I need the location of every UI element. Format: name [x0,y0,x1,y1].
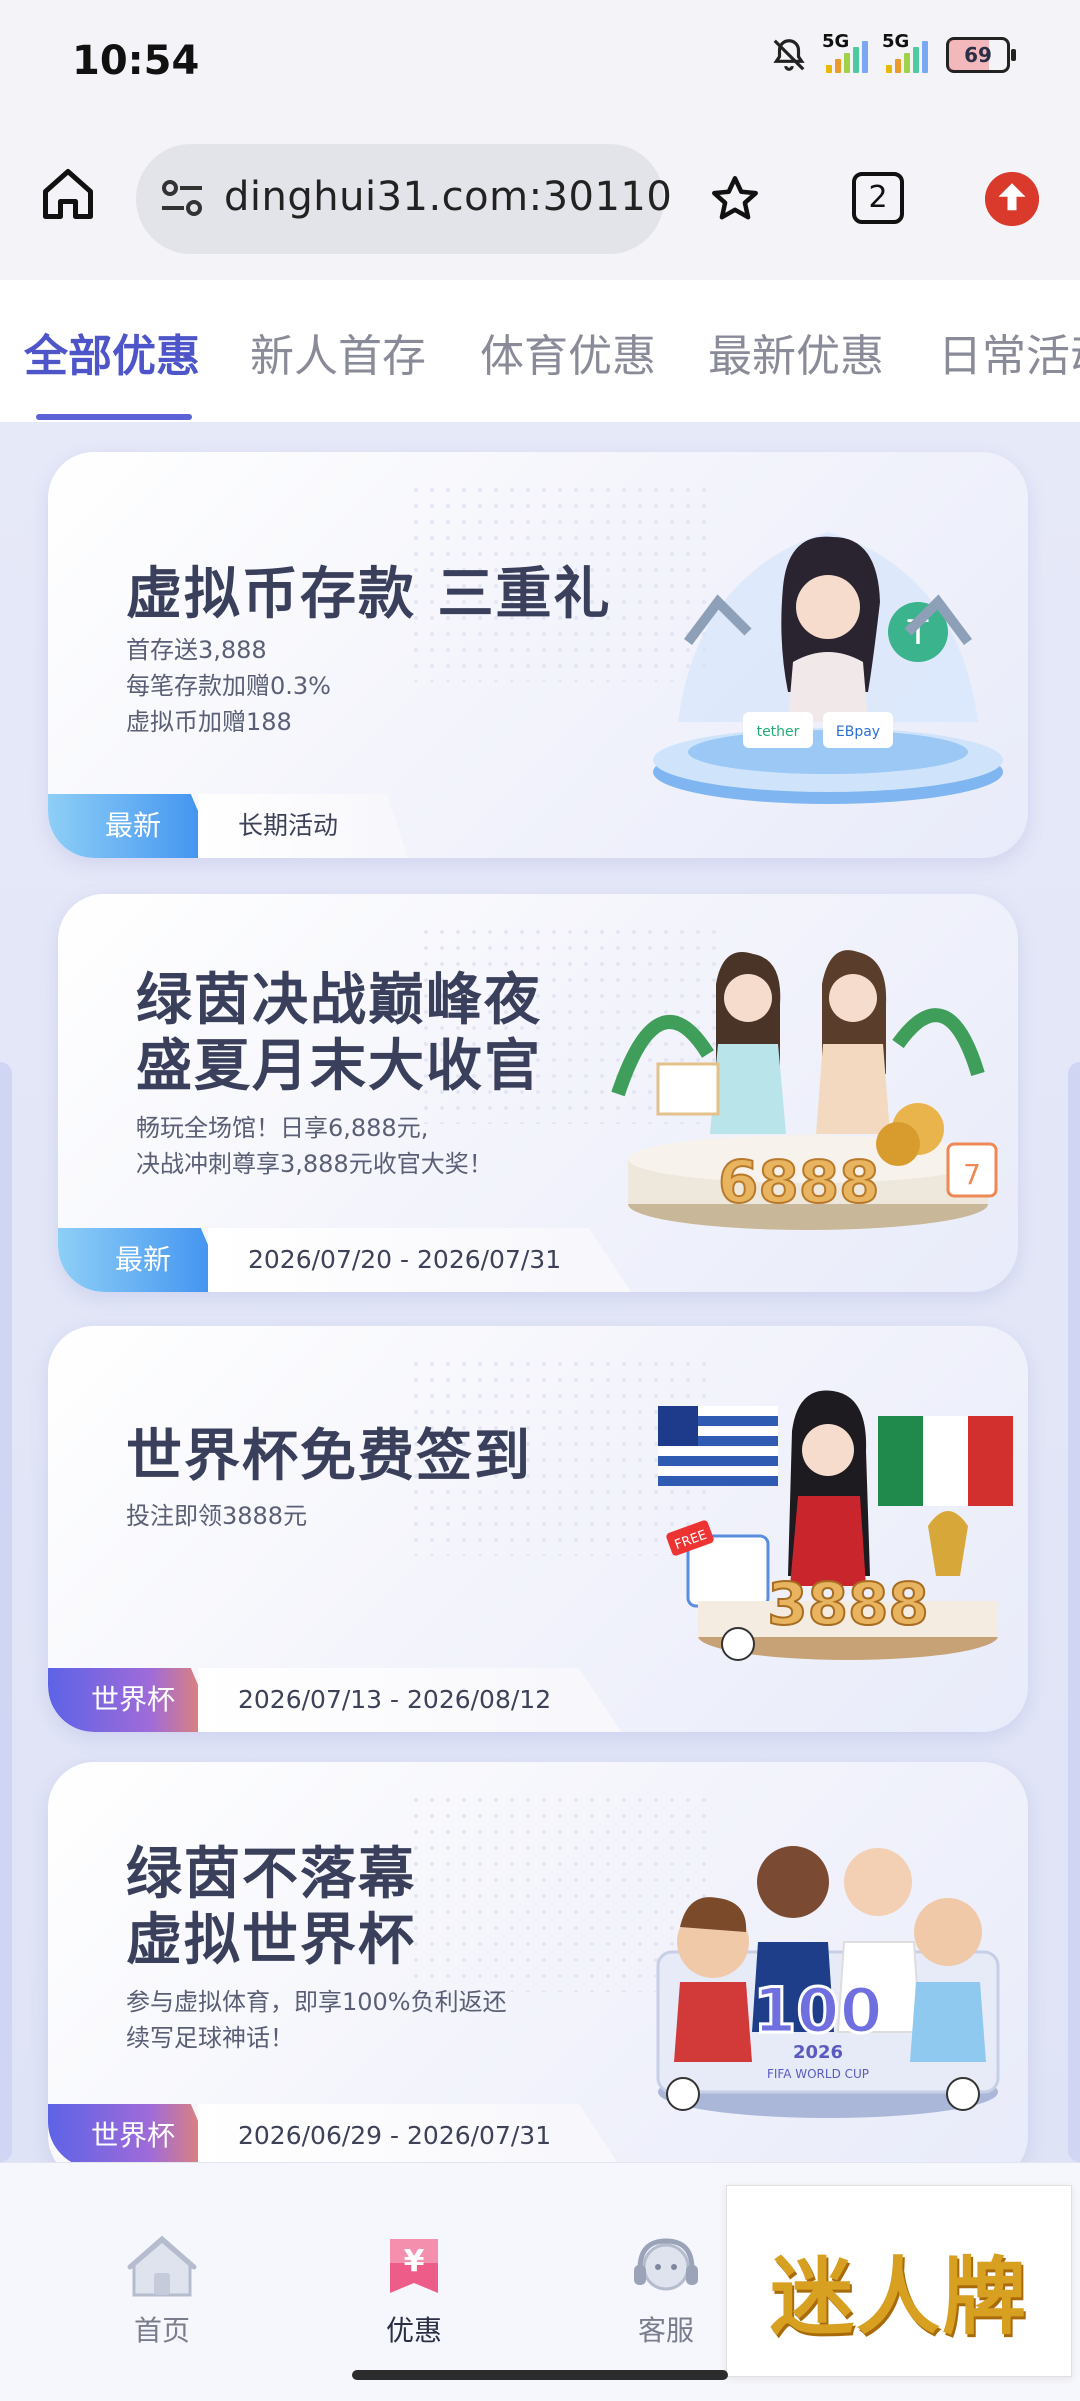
headset-icon [634,2238,698,2291]
promo-title: 绿茵不落幕 虚拟世界杯 [126,1842,416,1973]
promo-title: 世界杯免费签到 [126,1424,532,1489]
promo-period: 2026/07/13 - 2026/08/12 [198,1668,622,1732]
promo-footer: 世界杯 2026/06/29 - 2026/07/31 [48,2104,622,2162]
nav-label: 客服 [637,2314,694,2347]
home-icon [127,2235,197,2297]
nav-home[interactable]: 首页 [92,2233,232,2349]
home-icon[interactable] [38,164,98,224]
tab-latest-promos[interactable]: 最新优惠 [708,320,884,384]
signal-icon: 5G [822,31,868,73]
side-decoration [1068,1062,1080,2162]
clock: 10:54 [72,38,200,84]
tag-badge: 最新 [48,794,218,858]
battery-icon: 69 [946,37,1016,73]
mute-bell-icon [773,39,805,71]
tab-sports-promos[interactable]: 体育优惠 [480,320,656,384]
tag-badge: 世界杯 [48,1668,218,1732]
brand-watermark: 迷人牌 [726,2185,1072,2377]
side-decoration [0,1062,12,2162]
nav-support[interactable]: 客服 [596,2233,736,2349]
brand-logo: 迷人牌 [769,2247,1028,2346]
signal-icon: 5G [882,31,928,73]
promo-period: 长期活动 [198,794,409,858]
svg-text:100: 100 [753,1974,882,2047]
tabs-icon[interactable]: 2 [852,172,904,224]
crypto-promo-artwork: T tether EBpay [653,532,1003,804]
promo-title: 绿茵决战巅峰夜 盛夏月末大收官 [136,968,542,1099]
tag-badge: 世界杯 [48,2104,218,2162]
tab-all-promos[interactable]: 全部优惠 [24,320,200,384]
promo-card-crypto-deposit[interactable]: 虚拟币存款 三重礼 首存送3,888 每笔存款加赠0.3% 虚拟币加赠188 T… [48,452,1028,858]
svg-text:7: 7 [963,1158,981,1191]
svg-text:3888: 3888 [767,1570,928,1638]
promo-card-grand-finale[interactable]: 绿茵决战巅峰夜 盛夏月末大收官 畅玩全场馆！日享6,888元, 决战冲刺尊享3,… [58,894,1018,1292]
finale-promo-artwork: 6888 7 [611,950,998,1230]
svg-text:tether: tether [757,724,800,740]
yen-ticket-icon: ¥ [390,2239,438,2293]
worldcup-checkin-artwork: FREE 3888 [658,1390,1013,1661]
nav-promos[interactable]: ¥ 优惠 [344,2233,484,2349]
url-text[interactable]: dinghui31.com:30110 [224,174,672,220]
promo-desc: 首存送3,888 每笔存款加赠0.3% 虚拟币加赠188 [126,636,331,736]
promo-period: 2026/06/29 - 2026/07/31 [198,2104,622,2162]
category-tabs: 全部优惠 新人首存 体育优惠 最新优惠 日常活动 [0,280,1080,422]
gesture-bar[interactable] [352,2370,728,2380]
active-tab-indicator [36,414,192,420]
tag-badge: 最新 [58,1228,228,1292]
promo-footer: 最新 长期活动 [48,794,608,858]
svg-text:¥: ¥ [404,2244,425,2279]
star-icon[interactable] [708,172,762,226]
promo-title: 虚拟币存款 三重礼 [126,562,612,627]
tab-first-deposit[interactable]: 新人首存 [250,320,426,384]
promo-desc: 畅玩全场馆！日享6,888元, 决战冲刺尊享3,888元收官大奖！ [136,1114,493,1178]
promo-footer: 最新 2026/07/20 - 2026/07/31 [58,1228,632,1292]
promo-list[interactable]: 虚拟币存款 三重礼 首存送3,888 每笔存款加赠0.3% 虚拟币加赠188 T… [0,422,1080,2162]
url-bar[interactable]: dinghui31.com:30110 [136,144,672,254]
svg-text:2026: 2026 [793,2042,843,2063]
status-bar: 10:54 5G 5G 69 [0,0,1080,120]
browser-toolbar: dinghui31.com:30110 2 [0,120,1080,280]
bottom-navigation: 首页 ¥ 优惠 客服 迷人牌 [0,2162,1080,2401]
promo-card-virtual-worldcup[interactable]: 绿茵不落幕 虚拟世界杯 参与虚拟体育，即享100%负利返还 续写足球神话！ 10… [48,1762,1028,2162]
nav-label: 优惠 [385,2314,442,2347]
promo-footer: 世界杯 2026/07/13 - 2026/08/12 [48,1668,622,1732]
promo-period: 2026/07/20 - 2026/07/31 [208,1228,632,1292]
svg-text:EBpay: EBpay [836,724,880,740]
nav-label: 首页 [133,2314,190,2347]
virtual-worldcup-artwork: 100 2026 FIFA WORLD CUP [656,1846,1000,2118]
upload-icon[interactable] [985,172,1039,226]
svg-text:FIFA WORLD CUP: FIFA WORLD CUP [767,2067,869,2081]
site-settings-icon[interactable] [158,176,206,220]
promo-card-worldcup-checkin[interactable]: 世界杯免费签到 投注即领3888元 FREE 3888 世界杯 2026/07/… [48,1326,1028,1732]
svg-text:6888: 6888 [718,1148,879,1216]
promo-desc: 参与虚拟体育，即享100%负利返还 续写足球神话！ [126,1988,507,2052]
tab-daily-events[interactable]: 日常活动 [938,320,1080,384]
promo-desc: 投注即领3888元 [126,1502,308,1530]
